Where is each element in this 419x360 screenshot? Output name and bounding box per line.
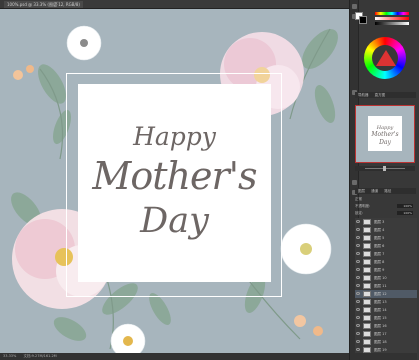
document-tab[interactable]: 100%.psd @ 33.3% (图层 12, RGB/8) [4,1,83,8]
layer-name: 图层 14 [374,308,387,312]
zoom-readout[interactable]: 33.33% [3,354,16,358]
layer-name: 图层 5 [374,236,385,240]
status-bar: 33.33% 文档:9.27M/161.2M [0,353,349,360]
opacity-row: 不透明度: 100% [355,203,415,209]
layer-name: 图层 16 [374,324,387,328]
layer-name: 图层 12 [374,292,387,296]
brightness-slider[interactable] [375,22,409,25]
layer-name: 图层 10 [374,276,387,280]
visibility-eye-icon[interactable] [356,324,360,327]
document-tab-bar: 100%.psd @ 33.3% (图层 12, RGB/8) × [0,0,349,9]
navigator-panel-header: 导航器 直方图 [355,92,416,98]
layer-thumbnail [363,227,371,233]
layer-thumbnail [363,339,371,345]
opacity-label: 不透明度: [355,204,371,208]
visibility-eye-icon[interactable] [356,268,360,271]
doc-info: 文档:9.27M/161.2M [23,354,57,358]
visibility-eye-icon[interactable] [356,252,360,255]
visibility-eye-icon[interactable] [356,332,360,335]
layer-name: 图层 8 [374,260,385,264]
layers-panel-icon[interactable] [352,180,357,185]
thumb-line-day: Day [379,139,391,146]
layer-name: 图层 11 [374,284,387,288]
layer-thumbnail [363,299,371,305]
layer-name: 图层 13 [374,300,387,304]
visibility-eye-icon[interactable] [356,340,360,343]
layer-name: 图层 17 [374,332,387,336]
thumbnail-card: Happy Mother's Day [368,116,402,151]
visibility-eye-icon[interactable] [356,284,360,287]
tab-histogram[interactable]: 直方图 [375,93,386,97]
tab-layers[interactable]: 图层 [358,189,365,193]
close-tab-icon[interactable]: × [54,1,58,8]
background-color-swatch[interactable] [359,16,367,24]
layer-thumbnail [363,283,371,289]
fill-row: 锁定: 100% [355,210,415,216]
layer-thumbnail [363,323,371,329]
layer-name: 图层 15 [374,316,387,320]
visibility-eye-icon[interactable] [356,308,360,311]
visibility-eye-icon[interactable] [356,260,360,263]
layer-name: 图层 7 [374,252,385,256]
visibility-eye-icon[interactable] [356,244,360,247]
layer-thumbnail [363,267,371,273]
visibility-eye-icon[interactable] [356,220,360,223]
color-panel-icon[interactable] [352,4,357,9]
card-line-happy: Happy [133,122,216,151]
navigator-zoom-slider[interactable] [355,166,415,171]
hue-slider[interactable] [375,12,409,15]
visibility-eye-icon[interactable] [356,276,360,279]
layer-thumbnail [363,291,371,297]
zoom-handle[interactable] [383,166,386,171]
layer-thumbnail [363,251,371,257]
visibility-eye-icon[interactable] [356,300,360,303]
layer-name: 图层 18 [374,340,387,344]
thumb-line-mothers: Mother's [371,131,399,138]
tab-channels[interactable]: 通道 [371,189,378,193]
tab-navigator[interactable]: 导航器 [358,93,369,97]
visibility-eye-icon[interactable] [356,292,360,295]
color-wheel-triangle[interactable] [376,50,396,66]
navigator-thumbnail[interactable]: Happy Mother's Day [355,105,415,163]
photoshop-window: 100%.psd @ 33.3% (图层 12, RGB/8) × Happy … [0,0,419,360]
card-line-day: Day [140,201,209,241]
saturation-slider[interactable] [375,17,409,20]
layers-panel-header: 图层 通道 路径 [355,188,416,194]
canvas[interactable]: Happy Mother's Day [0,9,349,353]
blend-mode-select[interactable]: 正常 [355,197,362,201]
tab-paths[interactable]: 路径 [384,189,391,193]
layers-footer [355,353,417,360]
opacity-field[interactable]: 100% [397,204,413,208]
card-line-mothers: Mother's [92,154,257,198]
layer-name: 图层 9 [374,268,385,272]
fill-field[interactable]: 100% [397,211,413,215]
visibility-eye-icon[interactable] [356,316,360,319]
visibility-eye-icon[interactable] [356,348,360,351]
visibility-eye-icon[interactable] [356,236,360,239]
layer-name: 图层 6 [374,244,385,248]
layer-name: 图层 3 [374,220,385,224]
layer-thumbnail [363,275,371,281]
lock-label: 锁定: [355,211,364,215]
layer-filter-row: 正常 [355,196,415,202]
layer-thumbnail [363,259,371,265]
layer-thumbnail [363,307,371,313]
layer-name: 图层 4 [374,228,385,232]
layer-thumbnail [363,243,371,249]
layer-thumbnail [363,331,371,337]
layer-thumbnail [363,315,371,321]
layer-thumbnail [363,219,371,225]
greeting-card: Happy Mother's Day [78,84,271,282]
visibility-eye-icon[interactable] [356,228,360,231]
layer-thumbnail [363,235,371,241]
